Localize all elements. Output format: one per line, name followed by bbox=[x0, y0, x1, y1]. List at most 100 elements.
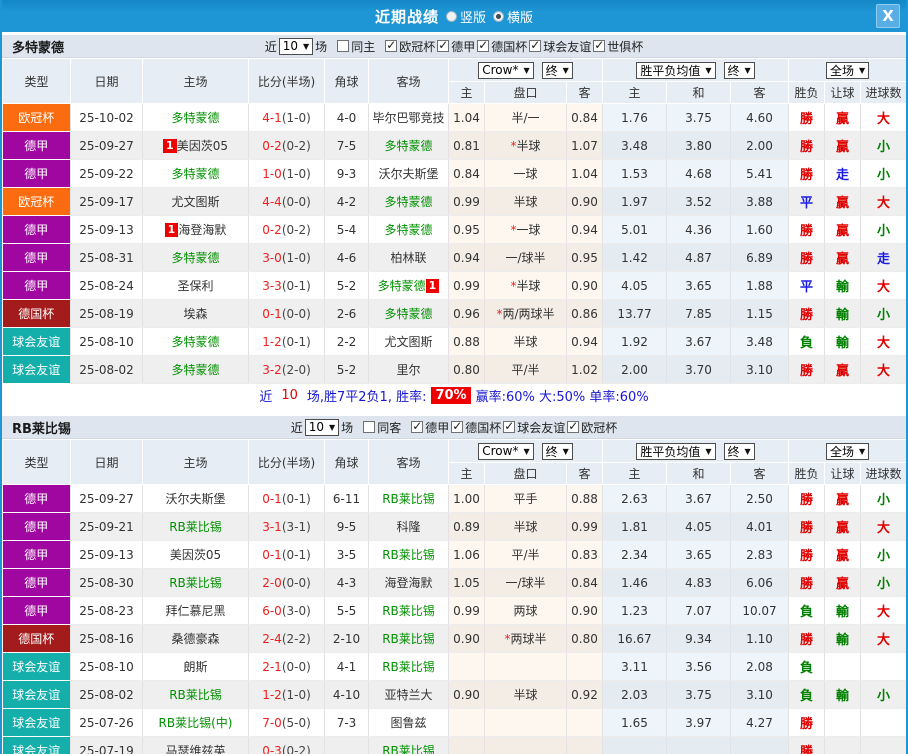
competition-checkbox-2[interactable] bbox=[503, 419, 516, 433]
result-wdl: 勝 bbox=[788, 624, 826, 653]
away-handicap-odds: 0.94 bbox=[566, 327, 604, 356]
home-team-name: 沃尔夫斯堡 bbox=[165, 492, 226, 506]
fulltime-score: 1-2 bbox=[262, 687, 282, 702]
home-team: 1 美因茨05 bbox=[142, 131, 249, 160]
corner-count: 4-2 bbox=[324, 187, 369, 216]
away-team-name: 亚特兰大 bbox=[384, 688, 433, 702]
competition-checkbox-0[interactable] bbox=[411, 419, 424, 433]
bookmaker-select[interactable]: Crow* ▼ bbox=[478, 442, 534, 460]
draw-odds: 3.75 bbox=[666, 680, 732, 709]
final-odds-select[interactable]: 终 ▼ bbox=[541, 61, 573, 79]
handicap-line: 半球 bbox=[484, 327, 567, 356]
home-team: RB莱比锡 bbox=[142, 680, 249, 709]
corner-count: 4-0 bbox=[324, 103, 369, 132]
bookmaker-select[interactable]: Crow* ▼ bbox=[478, 61, 534, 79]
handicap-line bbox=[484, 736, 567, 754]
col-header-date: 日期 bbox=[70, 58, 143, 104]
recent-results-window: 近期战绩 竖版 横版 X 多特蒙德 近10▼场同主欧冠杯德甲德国杯球会友谊世俱杯 bbox=[0, 0, 908, 754]
results-table: 类型 日期 主场 比分(半场) 角球 客场 Crow* ▼ 终 ▼ 胜平负均值 … bbox=[2, 58, 906, 384]
away-team: 多特蒙德 1 bbox=[368, 271, 449, 300]
lose-odds: 5.41 bbox=[730, 159, 790, 188]
match-row: 德甲 25-09-27 沃尔夫斯堡 0-1(0-1) 6-11 RB莱比锡 1.00 平手 0.… bbox=[2, 484, 906, 513]
result-handicap: 贏 bbox=[824, 187, 862, 216]
win-odds: 4.05 bbox=[602, 271, 668, 300]
result-wdl: 勝 bbox=[788, 736, 826, 754]
chevron-down-icon: ▼ bbox=[705, 446, 712, 456]
europe-odds-select[interactable]: 胜平负均值 ▼ bbox=[636, 442, 716, 460]
draw-odds: 3.75 bbox=[666, 103, 732, 132]
fulltime-score: 0-2 bbox=[262, 222, 282, 237]
result-wdl: 平 bbox=[788, 271, 826, 300]
away-handicap-odds: 1.04 bbox=[566, 159, 604, 188]
handicap-line-text: 一球 bbox=[516, 223, 541, 237]
result-goals bbox=[860, 736, 906, 754]
corner-count: 3-5 bbox=[324, 540, 369, 569]
result-goals: 大 bbox=[860, 187, 906, 216]
score-cell: 0-1(0-0) bbox=[248, 299, 325, 328]
same-side-checkbox[interactable] bbox=[363, 421, 376, 433]
horizontal-radio-label: 横版 bbox=[507, 10, 534, 26]
fullmatch-select[interactable]: 全场 ▼ bbox=[825, 61, 870, 79]
halftime-score: (5-0) bbox=[281, 715, 311, 730]
competition-checkbox-2[interactable] bbox=[477, 38, 490, 52]
home-team-name: 多特蒙德 bbox=[171, 335, 220, 349]
competition-checkbox-3[interactable] bbox=[567, 419, 580, 433]
col-header-home: 主场 bbox=[142, 439, 249, 485]
match-date: 25-07-19 bbox=[70, 736, 143, 754]
result-group-header: 全场 ▼ bbox=[788, 58, 906, 82]
draw-odds: 3.56 bbox=[666, 652, 732, 681]
match-row: 德甲 25-08-24 圣保利 3-3(0-1) 5-2 多特蒙德 1 0.99 *半球 0.90… bbox=[2, 271, 906, 300]
matches-unit-label: 场 bbox=[315, 39, 328, 54]
halftime-score: (0-0) bbox=[281, 575, 311, 590]
draw-odds: 4.87 bbox=[666, 243, 732, 272]
competition-checkbox-1[interactable] bbox=[451, 419, 464, 433]
match-date: 25-08-23 bbox=[70, 596, 143, 625]
score-cell: 1-2(1-0) bbox=[248, 680, 325, 709]
away-team-name: RB莱比锡 bbox=[382, 660, 435, 674]
sub-header-goals-result: 进球数 bbox=[860, 462, 906, 485]
result-goals: 小 bbox=[860, 484, 906, 513]
chevron-down-icon: ▼ bbox=[858, 65, 866, 75]
away-team: 多特蒙德 bbox=[368, 299, 449, 328]
home-team-name: 美因茨05 bbox=[176, 139, 228, 153]
fullmatch-select[interactable]: 全场 ▼ bbox=[825, 442, 870, 460]
vertical-radio-icon[interactable] bbox=[445, 10, 457, 22]
competition-checkbox-1[interactable] bbox=[437, 38, 450, 52]
competition-label-2: 德国杯 bbox=[491, 39, 528, 54]
horizontal-radio-icon[interactable] bbox=[493, 10, 504, 22]
match-count-select[interactable]: 10 ▼ bbox=[278, 37, 314, 55]
final-odds-select-2[interactable]: 终 ▼ bbox=[723, 442, 755, 460]
vertical-layout-option[interactable]: 竖版 bbox=[445, 7, 486, 26]
final-odds-select[interactable]: 终 ▼ bbox=[541, 442, 573, 460]
competition-label-4: 世俱杯 bbox=[607, 39, 644, 54]
competition-label-0: 欧冠杯 bbox=[399, 39, 436, 54]
match-date: 25-08-16 bbox=[70, 624, 143, 653]
lose-odds: 10.07 bbox=[730, 596, 790, 625]
match-count-select[interactable]: 10 ▼ bbox=[304, 418, 340, 436]
lose-odds: 3.10 bbox=[730, 680, 790, 709]
sub-header-home-odds: 主 bbox=[448, 462, 485, 485]
result-handicap: 走 bbox=[824, 159, 862, 188]
competition-checkbox-3[interactable] bbox=[529, 38, 542, 52]
europe-odds-select[interactable]: 胜平负均值 ▼ bbox=[636, 61, 716, 79]
close-button[interactable]: X bbox=[876, 4, 900, 28]
home-handicap-odds: 1.06 bbox=[448, 540, 485, 569]
match-date: 25-08-02 bbox=[70, 355, 143, 384]
away-handicap-odds: 1.07 bbox=[566, 131, 604, 160]
final-odds-select-2[interactable]: 终 ▼ bbox=[723, 61, 755, 79]
handicap-line: 半球 bbox=[484, 187, 567, 216]
result-goals: 小 bbox=[860, 159, 906, 188]
away-team: 多特蒙德 bbox=[368, 187, 449, 216]
result-wdl: 勝 bbox=[788, 131, 826, 160]
home-team-name: 多特蒙德 bbox=[171, 167, 220, 181]
competition-cell: 德国杯 bbox=[2, 624, 71, 653]
competition-checkbox-4[interactable] bbox=[593, 38, 606, 52]
home-team-name: 埃森 bbox=[183, 307, 208, 321]
draw-odds bbox=[666, 736, 732, 754]
horizontal-layout-option[interactable]: 横版 bbox=[493, 7, 533, 26]
same-side-checkbox[interactable] bbox=[337, 40, 350, 52]
win-odds: 1.53 bbox=[602, 159, 668, 188]
competition-checkbox-0[interactable] bbox=[385, 38, 398, 52]
sub-header-win: 主 bbox=[602, 81, 668, 104]
corner-count: 6-11 bbox=[324, 484, 369, 513]
